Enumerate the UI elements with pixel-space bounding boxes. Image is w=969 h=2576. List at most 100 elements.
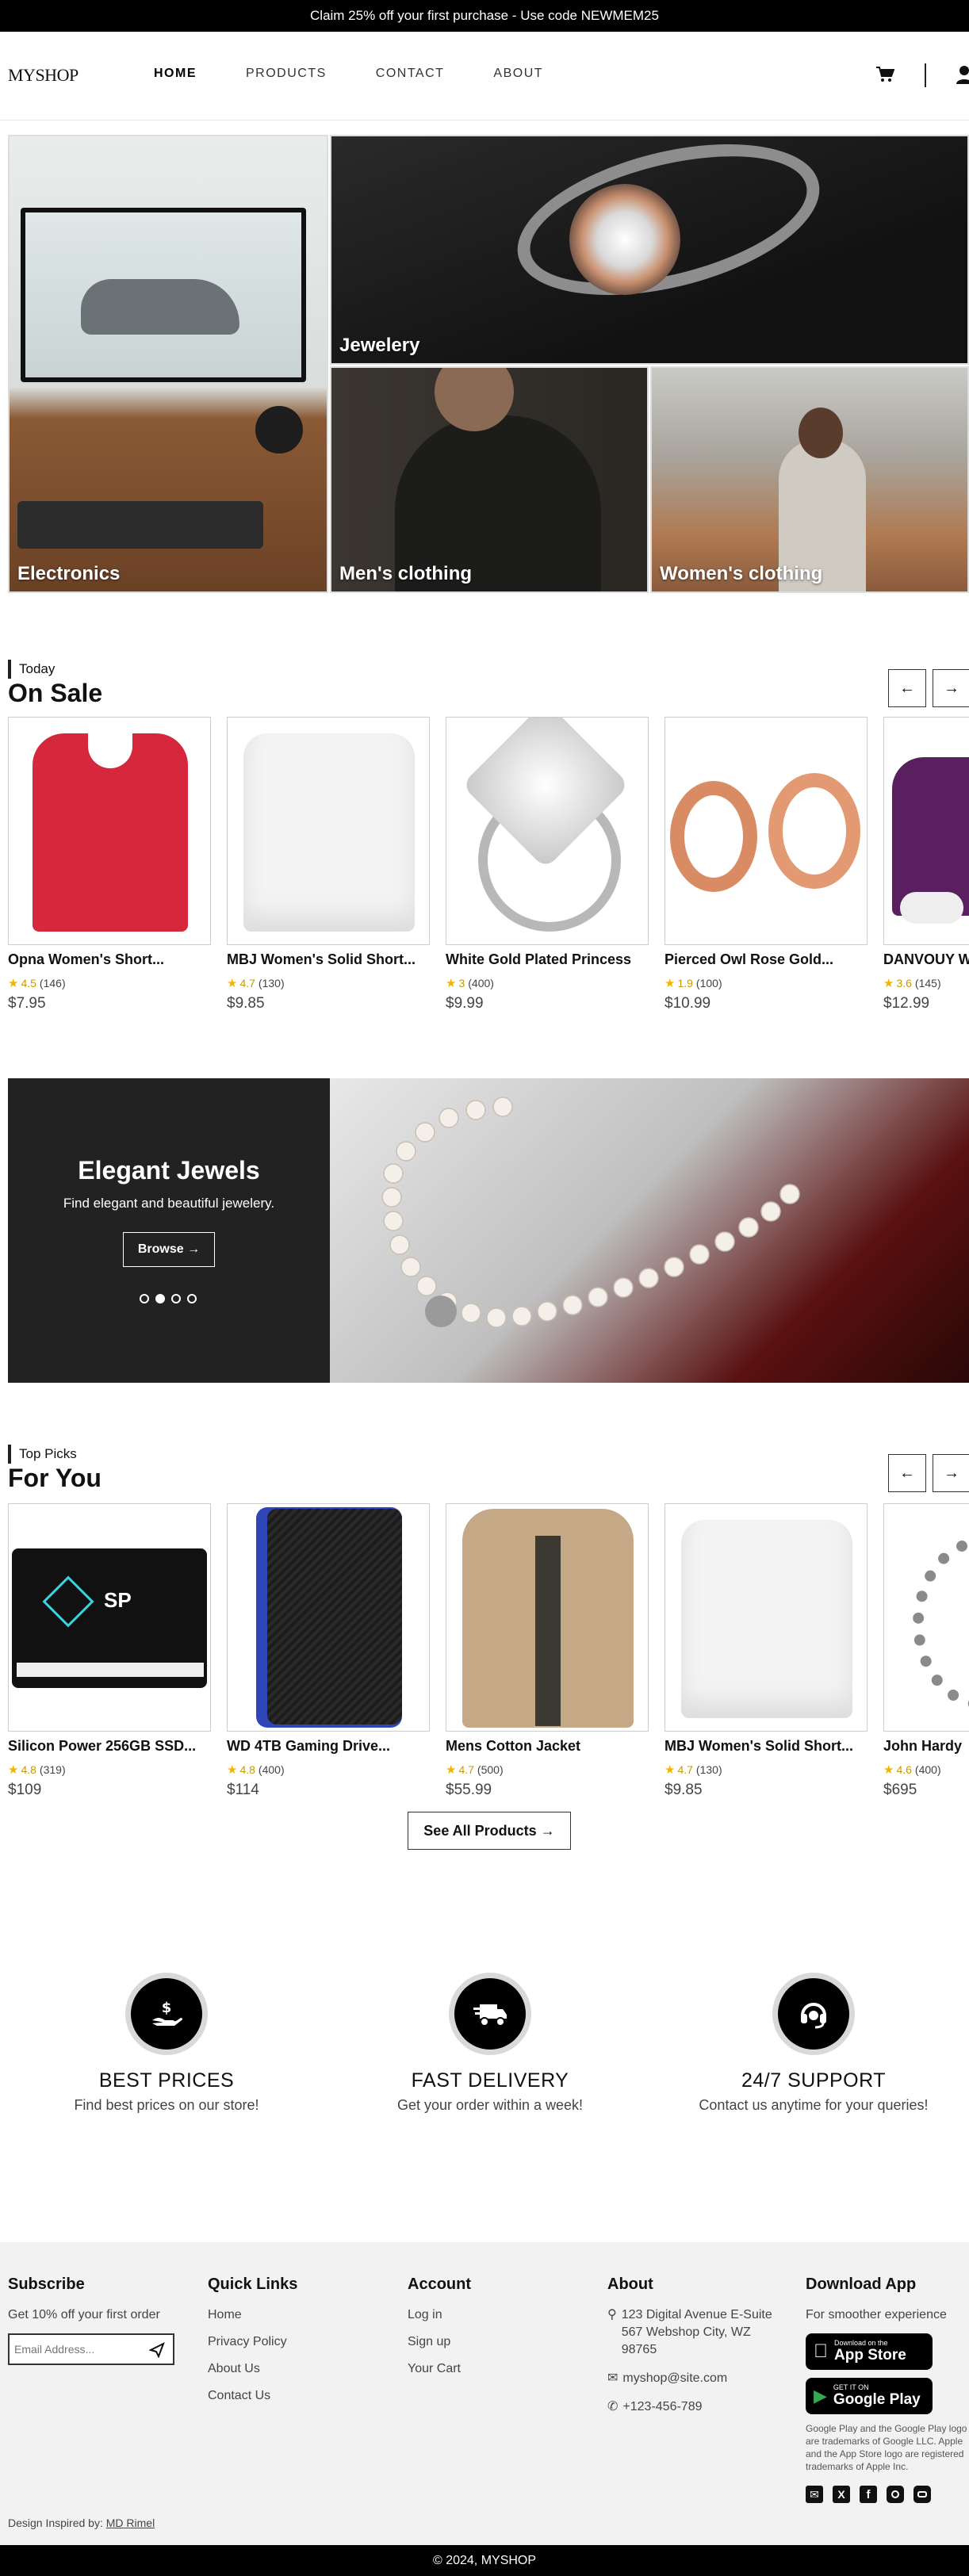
arrow-left-icon: ← — [899, 1464, 915, 1482]
prev-button[interactable]: ← — [888, 669, 926, 707]
cart-icon[interactable] — [875, 66, 894, 83]
product-name[interactable]: MBJ Women's Solid Short... — [227, 951, 425, 968]
hero-banner: Elegant Jewels Find elegant and beautifu… — [8, 1078, 969, 1383]
product-rating: ★ 3.6 (145) — [883, 977, 941, 990]
product-name[interactable]: DANVOUY W — [883, 951, 969, 968]
headset-icon — [801, 2003, 826, 2029]
credit-link[interactable]: MD Rimel — [106, 2517, 155, 2529]
next-button[interactable]: → — [933, 1454, 969, 1492]
category-womens-clothing[interactable]: Women's clothing — [650, 366, 969, 593]
product-card[interactable]: White Gold Plated Princess ★ 3 (400) $9.99 — [446, 717, 649, 1012]
product-image: SP — [8, 1503, 211, 1732]
see-all-products-button[interactable]: See All Products → — [408, 1812, 571, 1850]
footer-link-signup[interactable]: Sign up — [408, 2333, 471, 2351]
product-card[interactable]: Pierced Owl Rose Gold... ★ 1.9 (100) $10.9… — [665, 717, 868, 1012]
footer-link-cart[interactable]: Your Cart — [408, 2360, 471, 2378]
carousel-dot[interactable] — [171, 1294, 181, 1303]
carousel-dot[interactable] — [140, 1294, 149, 1303]
facebook-icon[interactable]: f — [860, 2486, 877, 2503]
pearl-necklace — [381, 1097, 800, 1328]
footer-heading: About — [607, 2276, 653, 2293]
brand-logo[interactable]: MYSHOP — [8, 65, 79, 86]
star-icon: ★ — [883, 1763, 894, 1777]
product-card[interactable]: SP Silicon Power 256GB SSD... ★ 4.8 (319) … — [8, 1503, 211, 1799]
product-card[interactable]: MBJ Women's Solid Short... ★ 4.7 (130) $9.… — [665, 1503, 868, 1799]
prev-button[interactable]: ← — [888, 1454, 926, 1492]
product-price: $12.99 — [883, 995, 930, 1012]
feature-desc: Find best prices on our store! — [74, 2097, 259, 2113]
product-card[interactable]: Opna Women's Short... ★ 4.5 (146) $7.95 — [8, 717, 211, 1012]
google-play-button[interactable]: ▶ GET IT ON Google Play — [806, 2378, 933, 2414]
carousel-dot[interactable] — [187, 1294, 197, 1303]
product-name[interactable]: WD 4TB Gaming Drive... — [227, 1738, 425, 1755]
footer-phone[interactable]: ✆ +123-456-789 — [607, 2398, 782, 2416]
section-label: Top Picks — [8, 1445, 77, 1464]
woman-head — [799, 408, 843, 458]
product-name[interactable]: Opna Women's Short... — [8, 951, 206, 968]
footer-email[interactable]: ✉ myshop@site.com — [607, 2370, 782, 2387]
footer-link-contact[interactable]: Contact Us — [208, 2387, 297, 2405]
phone-icon: ✆ — [607, 2400, 619, 2413]
product-card[interactable]: John Hardy ★ 4.6 (400) $695 — [883, 1503, 969, 1799]
product-card[interactable]: Mens Cotton Jacket ★ 4.7 (500) $55.99 — [446, 1503, 649, 1799]
star-icon: ★ — [883, 977, 894, 990]
footer-heading: Download App — [806, 2276, 917, 2293]
user-icon[interactable] — [956, 65, 969, 84]
category-mens-clothing[interactable]: Men's clothing — [330, 366, 649, 593]
arrow-right-icon: → — [944, 679, 959, 697]
app-store-button[interactable]:  Download on theApp Store — [806, 2333, 933, 2370]
product-name[interactable]: Pierced Owl Rose Gold... — [665, 951, 863, 968]
product-image — [665, 717, 868, 945]
instagram-icon[interactable] — [887, 2486, 904, 2503]
feature-title: 24/7 SUPPORT — [741, 2069, 886, 2092]
feature-support: 24/7 SUPPORT Contact us anytime for your… — [663, 1973, 964, 2114]
product-card[interactable]: WD 4TB Gaming Drive... ★ 4.8 (400) $114 — [227, 1503, 430, 1799]
send-icon[interactable] — [149, 2342, 165, 2358]
footer-link-login[interactable]: Log in — [408, 2306, 471, 2324]
star-icon: ★ — [227, 1763, 238, 1777]
arrow-left-icon: ← — [899, 679, 915, 697]
footer-link-home[interactable]: Home — [208, 2306, 297, 2324]
category-jewelery[interactable]: Jewelery — [330, 135, 969, 365]
product-image — [8, 717, 211, 945]
keyboard — [17, 501, 263, 549]
arrow-right-icon: → — [183, 1242, 201, 1256]
product-name[interactable]: Silicon Power 256GB SSD... — [8, 1738, 206, 1755]
footer-link-about[interactable]: About Us — [208, 2360, 297, 2378]
banner-subtitle: Find elegant and beautiful jewelery. — [63, 1196, 275, 1211]
product-name[interactable]: John Hardy — [883, 1738, 969, 1755]
nav-home[interactable]: HOME — [154, 67, 197, 81]
product-card[interactable]: DANVOUY W ★ 3.6 (145) $12.99 — [883, 717, 969, 1012]
email-input[interactable] — [14, 2340, 141, 2359]
next-button[interactable]: → — [933, 669, 969, 707]
category-caption: Men's clothing — [339, 563, 473, 584]
subscribe-form — [8, 2333, 174, 2365]
nav-products[interactable]: PRODUCTS — [246, 67, 327, 81]
location-pin-icon: ⚲ — [607, 2308, 617, 2321]
star-icon: ★ — [665, 1763, 676, 1777]
youtube-icon[interactable] — [913, 2486, 931, 2503]
product-rating: ★ 4.8 (400) — [227, 1763, 285, 1777]
product-image — [446, 1503, 649, 1732]
carousel-dot-active[interactable] — [155, 1294, 165, 1303]
email-icon[interactable]: ✉ — [806, 2486, 823, 2503]
product-rating: ★ 1.9 (100) — [665, 977, 722, 990]
feature-desc: Contact us anytime for your queries! — [699, 2097, 929, 2113]
x-icon[interactable]: X — [833, 2486, 850, 2503]
product-name[interactable]: MBJ Women's Solid Short... — [665, 1738, 863, 1755]
nav-divider — [925, 63, 926, 87]
star-icon: ★ — [665, 977, 676, 990]
nav-contact[interactable]: CONTACT — [376, 67, 445, 81]
product-rating: ★ 4.7 (130) — [665, 1763, 722, 1777]
nav-about[interactable]: ABOUT — [493, 67, 543, 81]
footer-link-privacy[interactable]: Privacy Policy — [208, 2333, 297, 2351]
product-name[interactable]: White Gold Plated Princess — [446, 951, 644, 968]
category-electronics[interactable]: Electronics — [8, 135, 328, 593]
product-name[interactable]: Mens Cotton Jacket — [446, 1738, 644, 1755]
footer-about: About ⚲ 123 Digital Avenue E-Suite 567 We… — [607, 2276, 782, 2425]
browse-button[interactable]: Browse → — [123, 1232, 215, 1267]
banner-title: Elegant Jewels — [78, 1156, 260, 1185]
product-card[interactable]: MBJ Women's Solid Short... ★ 4.7 (130) $9.… — [227, 717, 430, 1012]
product-price: $9.85 — [227, 995, 265, 1012]
star-icon: ★ — [446, 977, 457, 990]
